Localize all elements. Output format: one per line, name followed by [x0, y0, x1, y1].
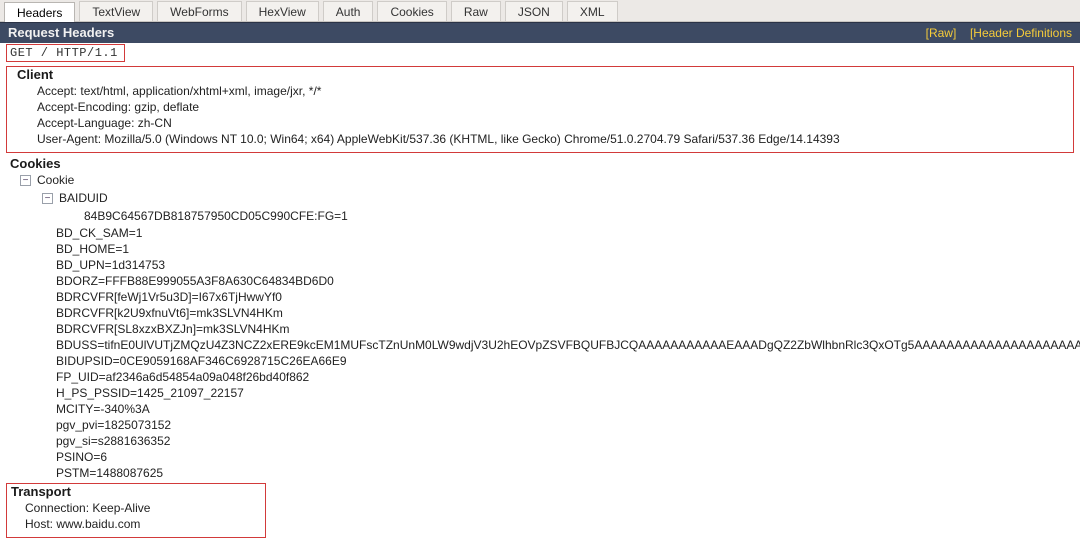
request-line-row: GET / HTTP/1.1	[0, 43, 1080, 64]
tab-json[interactable]: JSON	[505, 1, 563, 21]
group-transport-body: Connection: Keep-Alive Host: www.baidu.c…	[7, 499, 265, 534]
group-cookies: Cookies −Cookie −BAIDUID 84B9C64567DB818…	[6, 156, 1080, 481]
header-accept-language: Accept-Language: zh-CN	[37, 115, 1073, 131]
header-definitions-link[interactable]: [Header Definitions	[970, 26, 1072, 40]
group-client-title: Client	[7, 67, 1073, 82]
tab-xml[interactable]: XML	[567, 1, 618, 21]
cookie-item: FP_UID=af2346a6d54854a09a048f26bd40f862	[6, 369, 1080, 385]
header-user-agent: User-Agent: Mozilla/5.0 (Windows NT 10.0…	[37, 131, 1073, 147]
cookie-baiduid-value-row: 84B9C64567DB818757950CD05C990CFE:FG=1	[6, 207, 1080, 225]
cookie-item: BD_UPN=1d314753	[6, 257, 1080, 273]
header-connection: Connection: Keep-Alive	[25, 500, 265, 516]
cookie-item: PSTM=1488087625	[6, 465, 1080, 481]
cookie-root-label: Cookie	[37, 173, 74, 187]
tab-webforms[interactable]: WebForms	[157, 1, 241, 21]
collapse-icon[interactable]: −	[20, 175, 31, 186]
tab-auth[interactable]: Auth	[323, 1, 374, 21]
tab-hexview[interactable]: HexView	[246, 1, 319, 21]
header-host: Host: www.baidu.com	[25, 516, 265, 532]
cookie-item: MCITY=-340%3A	[6, 401, 1080, 417]
tab-headers[interactable]: Headers	[4, 2, 75, 22]
cookie-item: BDORZ=FFFB88E999055A3F8A630C64834BD6D0	[6, 273, 1080, 289]
group-transport-title: Transport	[7, 484, 265, 499]
inspector-panel: Headers TextView WebForms HexView Auth C…	[0, 0, 1080, 544]
section-title: Request Headers	[8, 25, 114, 40]
request-line: GET / HTTP/1.1	[6, 44, 125, 62]
header-accept: Accept: text/html, application/xhtml+xml…	[37, 83, 1073, 99]
group-cookies-title: Cookies	[6, 156, 1080, 171]
tab-textview[interactable]: TextView	[79, 1, 153, 21]
cookie-tree-root[interactable]: −Cookie	[6, 171, 1080, 189]
section-header: Request Headers [Raw] [Header Definition…	[0, 22, 1080, 43]
collapse-icon[interactable]: −	[42, 193, 53, 204]
cookie-baiduid-value: 84B9C64567DB818757950CD05C990CFE:FG=1	[84, 209, 348, 223]
tab-cookies[interactable]: Cookies	[377, 1, 446, 21]
header-accept-encoding: Accept-Encoding: gzip, deflate	[37, 99, 1073, 115]
tab-raw[interactable]: Raw	[451, 1, 501, 21]
section-links: [Raw] [Header Definitions	[916, 25, 1072, 40]
cookie-item: PSINO=6	[6, 449, 1080, 465]
cookie-item: H_PS_PSSID=1425_21097_22157	[6, 385, 1080, 401]
transport-group-box: Transport Connection: Keep-Alive Host: w…	[6, 483, 266, 538]
group-client-body: Accept: text/html, application/xhtml+xml…	[7, 82, 1073, 149]
cookie-item: pgv_pvi=1825073152	[6, 417, 1080, 433]
cookie-baiduid-label: BAIDUID	[59, 191, 108, 205]
cookie-item: BDRCVFR[feWj1Vr5u3D]=I67x6TjHwwYf0	[6, 289, 1080, 305]
cookie-item: BDRCVFR[k2U9xfnuVt6]=mk3SLVN4HKm	[6, 305, 1080, 321]
cookie-item: BD_CK_SAM=1	[6, 225, 1080, 241]
cookie-item: BD_HOME=1	[6, 241, 1080, 257]
client-group-box: Client Accept: text/html, application/xh…	[6, 66, 1074, 153]
raw-link[interactable]: [Raw]	[926, 26, 957, 40]
headers-content: GET / HTTP/1.1 Client Accept: text/html,…	[0, 43, 1080, 544]
tab-strip: Headers TextView WebForms HexView Auth C…	[0, 0, 1080, 22]
cookie-item: BIDUPSID=0CE9059168AF346C6928715C26EA66E…	[6, 353, 1080, 369]
cookie-item: BDRCVFR[SL8xzxBXZJn]=mk3SLVN4HKm	[6, 321, 1080, 337]
cookie-item: pgv_si=s2881636352	[6, 433, 1080, 449]
cookie-tree-baiduid[interactable]: −BAIDUID	[6, 189, 1080, 207]
cookie-item: BDUSS=tifnE0UlVUTjZMQzU4Z3NCZ2xERE9kcEM1…	[6, 337, 1080, 353]
